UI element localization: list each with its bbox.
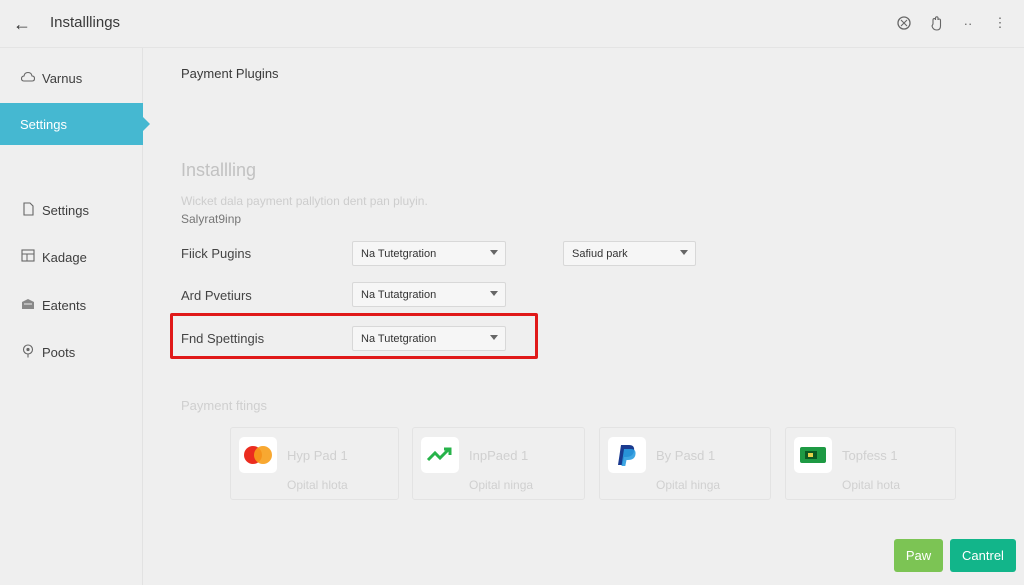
card-name: Hyp Pad 1	[287, 448, 348, 463]
park-select[interactable]: Safiud park	[563, 241, 696, 266]
payment-card[interactable]: Topfess 1 Opital hota	[785, 427, 956, 500]
paypal-icon	[608, 437, 646, 473]
select-value: Safiud park	[572, 247, 628, 260]
card-meta: Opital hota	[842, 478, 901, 492]
arrow-left-icon[interactable]: ←	[10, 12, 34, 36]
pin-icon	[20, 343, 36, 361]
sidebar-item-label: Varnus	[42, 70, 83, 86]
card-name: InpPaed 1	[469, 448, 529, 463]
main-content: Payment Plugins Installling Wicket dala …	[144, 48, 1024, 585]
sidebar: Varnus Settings Settings Kadage Eatents …	[0, 48, 150, 585]
card-meta: Opital ninga	[469, 478, 534, 492]
sidebar-item-label: Settings	[20, 116, 67, 132]
paw-button[interactable]: Paw	[894, 539, 943, 572]
chevron-down-icon	[490, 250, 498, 255]
card-name: By Pasd 1	[656, 448, 716, 463]
sidebar-item-settings-active[interactable]: Settings	[0, 103, 150, 145]
section-subtext: Salyrat9inp	[181, 212, 242, 226]
row-label: Ard Pvetiurs	[181, 288, 252, 303]
integration-select[interactable]: Na Tutetgration	[352, 241, 506, 266]
more-vertical-icon[interactable]: ⋮	[990, 12, 1010, 34]
row-label: Fnd Spettingis	[181, 331, 265, 346]
chevron-down-icon	[680, 250, 688, 255]
sidebar-item-label: Eatents	[42, 297, 87, 313]
cloud-icon	[20, 71, 36, 86]
chevron-down-icon	[490, 291, 498, 296]
package-icon	[20, 249, 36, 265]
sidebar-item-label: Settings	[42, 202, 89, 218]
sidebar-item-eatents[interactable]: Eatents	[0, 284, 143, 326]
sidebar-item-poots[interactable]: Poots	[0, 331, 143, 373]
file-icon	[20, 201, 36, 219]
payment-card[interactable]: InpPaed 1 Opital ninga	[412, 427, 585, 500]
payment-card[interactable]: Hyp Pad 1 Opital hlota	[230, 427, 399, 500]
sidebar-item-label: Kadage	[42, 249, 87, 265]
section-description: Wicket dala payment pallytion dent pan p…	[181, 194, 428, 208]
section-heading: Installling	[181, 160, 257, 180]
select-value: Na Tutetgration	[361, 247, 437, 260]
card-icon	[794, 437, 832, 473]
integration-select[interactable]: Na Tutetgration	[352, 326, 506, 351]
page-title: Installlings	[50, 14, 121, 31]
toolbar-icons: ·· ⋮	[894, 12, 1010, 34]
trend-chart-icon	[421, 437, 459, 473]
dots-icon[interactable]: ··	[958, 12, 978, 34]
card-meta: Opital hlota	[287, 478, 348, 492]
tray-icon	[20, 298, 36, 313]
select-value: Na Tutetgration	[361, 332, 437, 345]
payment-card[interactable]: By Pasd 1 Opital hinga	[599, 427, 771, 500]
select-value: Na Tutatgration	[361, 288, 437, 301]
grid-icon[interactable]	[894, 12, 914, 34]
integration-select[interactable]: Na Tutatgration	[352, 282, 506, 307]
card-meta: Opital hinga	[656, 478, 721, 492]
card-name: Topfess 1	[842, 448, 898, 463]
sidebar-item-label: Poots	[42, 344, 76, 360]
sidebar-item-varnus[interactable]: Varnus	[0, 57, 143, 99]
sidebar-item-kadage[interactable]: Kadage	[0, 236, 143, 278]
mastercard-icon	[239, 437, 277, 473]
payment-section-title: Payment ftings	[181, 398, 267, 413]
sidebar-item-settings[interactable]: Settings	[0, 189, 143, 231]
cancel-button[interactable]: Cantrel	[950, 539, 1016, 572]
breadcrumb: Payment Plugins	[181, 66, 279, 81]
hand-icon[interactable]	[926, 12, 946, 34]
chevron-down-icon	[490, 335, 498, 340]
top-bar: ← Installlings ·· ⋮	[0, 0, 1024, 48]
row-label: Fiick Pugins	[181, 246, 252, 261]
